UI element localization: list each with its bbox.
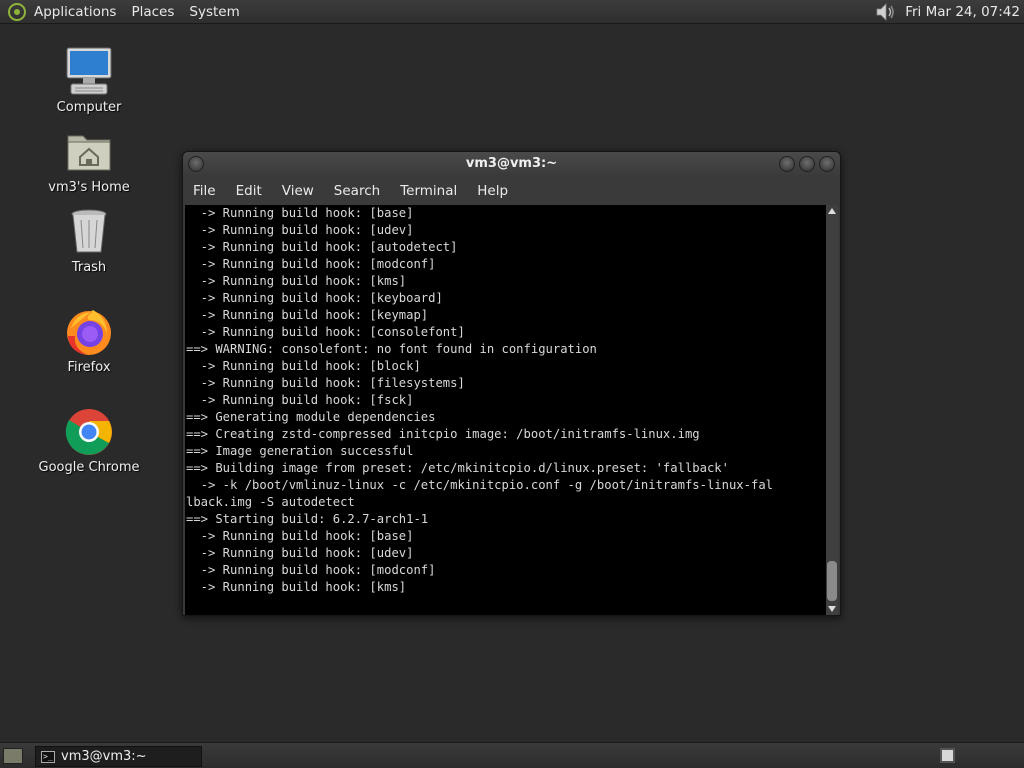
scroll-down-icon[interactable] [826,603,838,615]
computer-icon [66,47,112,95]
terminal-line: ==> Starting build: 6.2.7-arch1-1 [186,512,429,526]
scrollbar-thumb[interactable] [827,561,837,601]
terminal-line: -> Running build hook: [udev] [186,223,414,237]
terminal-line: -> Running build hook: [autodetect] [186,240,458,254]
window-title: vm3@vm3:~ [465,156,558,171]
terminal-line: -> Running build hook: [consolefont] [186,325,465,339]
menu-file[interactable]: File [193,183,216,199]
terminal-window: vm3@vm3:~ File Edit View Search Terminal… [182,151,841,616]
terminal-line: -> -k /boot/vmlinuz-linux -c /etc/mkinit… [186,478,773,492]
clock[interactable]: Fri Mar 24, 07:42 [905,4,1020,20]
menu-search[interactable]: Search [334,183,380,199]
desktop-icon-label: Google Chrome [38,460,140,475]
firefox-icon [67,310,111,355]
terminal-scrollbar[interactable] [826,205,838,615]
desktop-icon-firefox[interactable]: Firefox [34,306,144,375]
terminal-line: ==> Image generation successful [186,444,414,458]
terminal-output[interactable]: -> Running build hook: [base] -> Running… [185,205,828,615]
taskbar-label: vm3@vm3:~ [61,749,147,764]
mate-logo-icon[interactable] [8,2,26,21]
terminal-line: -> Running build hook: [keymap] [186,308,429,322]
places-menu[interactable]: Places [131,4,174,20]
terminal-line: -> Running build hook: [block] [186,359,421,373]
terminal-line: ==> Generating module dependencies [186,410,436,424]
workspace-switcher[interactable] [940,748,955,763]
terminal-line: -> Running build hook: [base] [186,529,414,543]
top-panel-tray: Fri Mar 24, 07:42 [875,2,1020,22]
scroll-up-icon[interactable] [826,205,838,217]
taskbar-terminal-button[interactable]: >_ vm3@vm3:~ [35,746,202,767]
desktop-icon-label: Trash [71,260,107,275]
show-desktop-icon[interactable] [3,748,23,764]
terminal-line: lback.img -S autodetect [186,495,355,509]
desktop-icon-chrome[interactable]: Google Chrome [34,406,144,475]
close-button[interactable] [819,156,835,172]
top-panel: Applications Places System Fri Mar 24, 0… [0,0,1024,24]
menu-help[interactable]: Help [477,183,508,199]
menu-edit[interactable]: Edit [236,183,262,199]
terminal-line: -> Running build hook: [modconf] [186,257,436,271]
desktop-icon-label: Computer [56,100,122,115]
terminal-line: -> Running build hook: [keyboard] [186,291,443,305]
terminal-menubar: File Edit View Search Terminal Help [183,176,840,205]
menu-terminal[interactable]: Terminal [400,183,457,199]
terminal-line: -> Running build hook: [udev] [186,546,414,560]
terminal-line: ==> Building image from preset: /etc/mki… [186,461,729,475]
maximize-button[interactable] [799,156,815,172]
desktop-icon-label: Firefox [67,360,111,375]
terminal-line: -> Running build hook: [modconf] [186,563,436,577]
bottom-panel: >_ vm3@vm3:~ [0,742,1024,768]
minimize-button[interactable] [779,156,795,172]
terminal-icon: >_ [41,750,55,763]
terminal-line: ==> WARNING: consolefont: no font found … [186,342,597,356]
desktop-icon-trash[interactable]: Trash [34,206,144,275]
desktop-icon-computer[interactable]: Computer [34,46,144,115]
window-titlebar[interactable]: vm3@vm3:~ [183,152,840,176]
desktop-icon-label: vm3's Home [48,180,130,195]
terminal-line: -> Running build hook: [filesystems] [186,376,465,390]
chrome-icon [65,409,112,455]
applications-menu[interactable]: Applications [34,4,116,20]
terminal-line: -> Running build hook: [fsck] [186,393,414,407]
terminal-line: -> Running build hook: [kms] [186,580,407,594]
system-menu[interactable]: System [189,4,239,20]
trash-icon [71,209,107,253]
terminal-line: -> Running build hook: [base] [186,206,414,220]
window-menu-button[interactable] [188,156,204,172]
home-folder-icon [67,135,111,171]
menu-view[interactable]: View [282,183,314,199]
volume-icon[interactable] [875,2,897,22]
terminal-line: ==> Creating zstd-compressed initcpio im… [186,427,700,441]
desktop-icon-home[interactable]: vm3's Home [34,126,144,195]
terminal-line: -> Running build hook: [kms] [186,274,407,288]
